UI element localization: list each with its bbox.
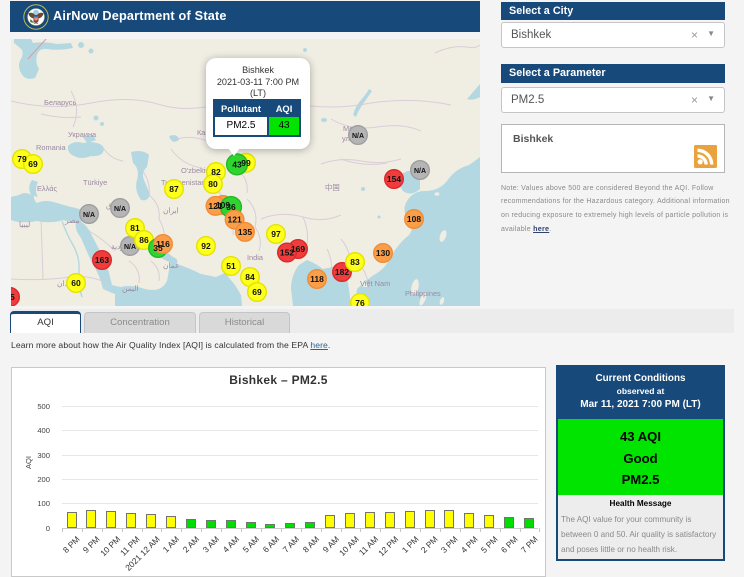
svg-text:80: 80 — [208, 179, 218, 189]
svg-text:84: 84 — [245, 272, 255, 282]
svg-text:Беларусь: Беларусь — [44, 98, 76, 107]
svg-text:N/A: N/A — [352, 133, 364, 140]
svg-text:N/A: N/A — [83, 212, 95, 219]
svg-text:121: 121 — [228, 215, 242, 225]
svg-text:N/A: N/A — [114, 206, 126, 213]
svg-text:79: 79 — [17, 154, 27, 164]
svg-text:Việt Nam: Việt Nam — [360, 279, 390, 288]
svg-text:135: 135 — [238, 227, 252, 237]
svg-text:ليبيا: ليبيا — [19, 220, 30, 229]
svg-text:Украина: Украина — [68, 130, 97, 139]
svg-text:Philippines: Philippines — [405, 289, 441, 298]
svg-text:69: 69 — [28, 159, 38, 169]
svg-text:43: 43 — [232, 159, 242, 169]
svg-text:118: 118 — [310, 274, 324, 284]
svg-text:N/A: N/A — [414, 168, 426, 175]
svg-text:51: 51 — [226, 261, 236, 271]
svg-text:中国: 中国 — [325, 183, 340, 192]
svg-text:97: 97 — [271, 229, 281, 239]
svg-text:92: 92 — [201, 241, 211, 251]
svg-text:Ελλάς: Ελλάς — [37, 184, 57, 193]
svg-text:81: 81 — [130, 223, 140, 233]
svg-text:108: 108 — [407, 214, 421, 224]
svg-text:76: 76 — [355, 298, 365, 306]
svg-text:121: 121 — [208, 201, 222, 211]
svg-text:ايران: ايران — [163, 206, 179, 215]
svg-text:Türkiye: Türkiye — [83, 178, 107, 187]
svg-text:87: 87 — [169, 184, 179, 194]
svg-text:130: 130 — [376, 248, 390, 258]
svg-text:India: India — [247, 253, 264, 262]
svg-text:154: 154 — [387, 174, 401, 184]
svg-text:182: 182 — [335, 267, 349, 277]
svg-text:Romania: Romania — [36, 143, 66, 152]
svg-text:83: 83 — [350, 257, 360, 267]
svg-text:152: 152 — [280, 248, 294, 258]
svg-text:86: 86 — [139, 235, 149, 245]
svg-text:مصر: مصر — [64, 216, 79, 225]
svg-text:82: 82 — [211, 167, 221, 177]
svg-text:163: 163 — [95, 255, 109, 265]
svg-text:69: 69 — [252, 287, 262, 297]
svg-text:65: 65 — [11, 292, 15, 302]
svg-text:اليمن: اليمن — [122, 284, 138, 293]
svg-text:عمان: عمان — [163, 261, 179, 270]
svg-text:99: 99 — [241, 158, 251, 168]
svg-text:36: 36 — [226, 202, 236, 212]
svg-text:60: 60 — [71, 278, 81, 288]
svg-text:116: 116 — [156, 239, 170, 249]
svg-text:N/A: N/A — [124, 244, 136, 251]
